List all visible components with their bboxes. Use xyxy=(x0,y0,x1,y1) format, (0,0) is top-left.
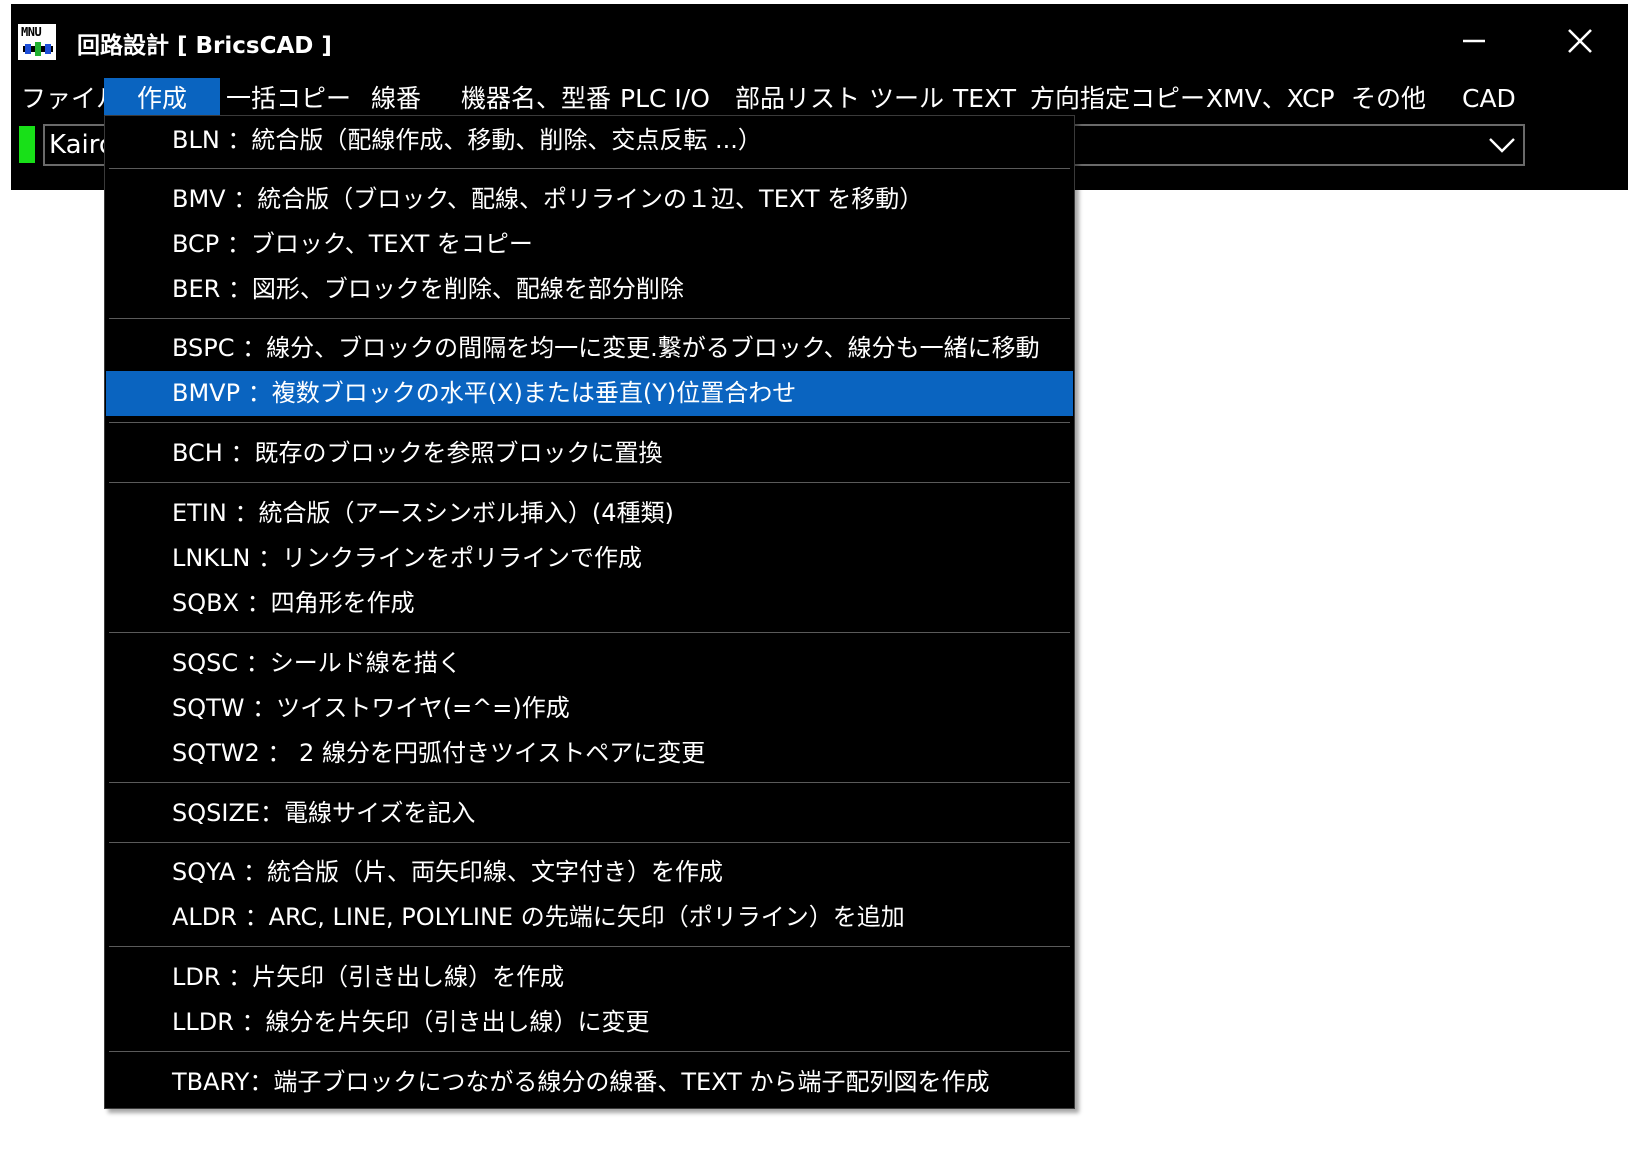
menu-item-sqbx[interactable]: SQBX ：四角形を作成 xyxy=(106,581,1073,626)
menu-item-etin[interactable]: ETIN ：統合版（アースシンボル挿入）(4種類) xyxy=(106,491,1073,536)
window-title: 回路設計 [ BricsCAD ] xyxy=(77,33,332,59)
menu-xmv-xcp[interactable]: XMV、XCP xyxy=(1198,78,1343,120)
app-icon: MNU xyxy=(18,24,56,60)
menu-create[interactable]: 作成 xyxy=(104,78,220,120)
menu-bulk-copy[interactable]: 一括コピー xyxy=(218,78,359,120)
app-icon-label: MNU xyxy=(21,25,42,39)
circuit-icon xyxy=(23,42,53,56)
menu-separator xyxy=(109,842,1070,843)
minimize-button[interactable] xyxy=(1429,4,1519,78)
menu-tools[interactable]: ツール xyxy=(861,78,952,120)
minimize-icon xyxy=(1463,39,1485,43)
menu-item-ldr[interactable]: LDR ：片矢印（引き出し線）を作成 xyxy=(106,955,1073,1000)
menu-plc-io[interactable]: PLC I/O xyxy=(612,78,718,120)
menu-wire-number[interactable]: 線番 xyxy=(363,78,429,120)
menu-item-bmvp[interactable]: BMVP ：複数ブロックの水平(X)または垂直(Y)位置合わせ xyxy=(106,371,1073,416)
create-menu-dropdown: BLN ：統合版（配線作成、移動、削除、交点反転 ...） BMV ：統合版（ブ… xyxy=(104,115,1075,1109)
menu-other[interactable]: その他 xyxy=(1343,78,1434,120)
menu-item-sqtw2[interactable]: SQTW2 ： 2 線分を円弧付きツイストペアに変更 xyxy=(106,731,1073,776)
menu-separator xyxy=(109,946,1070,947)
chevron-down-icon xyxy=(1489,138,1515,153)
menu-item-bmv[interactable]: BMV ：統合版（ブロック、配線、ポリラインの１辺、TEXT を移動） xyxy=(106,177,1073,222)
menu-item-lnkln[interactable]: LNKLN ：リンクラインをポリラインで作成 xyxy=(106,536,1073,581)
menu-item-lldr[interactable]: LLDR ：線分を片矢印（引き出し線）に変更 xyxy=(106,1000,1073,1045)
menu-item-bspc[interactable]: BSPC ：線分、ブロックの間隔を均一に変更.繋がるブロック、線分も一緒に移動 xyxy=(106,326,1073,371)
menu-text[interactable]: TEXT xyxy=(945,78,1024,120)
menu-bar: ファイル 作成 一括コピー 線番 機器名、型番 PLC I/O 部品リスト ツー… xyxy=(11,78,1628,120)
menu-item-bch[interactable]: BCH ：既存のブロックを参照ブロックに置換 xyxy=(106,431,1073,476)
menu-cad[interactable]: CAD xyxy=(1454,78,1524,120)
status-indicator xyxy=(19,126,35,163)
menu-separator xyxy=(109,482,1070,483)
menu-separator xyxy=(109,318,1070,319)
combo-dropdown-button[interactable] xyxy=(1485,130,1519,160)
menu-item-bcp[interactable]: BCP ：ブロック、TEXT をコピー xyxy=(106,222,1073,267)
menu-item-sqya[interactable]: SQYA ：統合版（片、両矢印線、文字付き）を作成 xyxy=(106,850,1073,895)
menu-separator xyxy=(109,782,1070,783)
menu-item-sqsize[interactable]: SQSIZE：電線サイズを記入 xyxy=(106,791,1073,836)
menu-directional-copy[interactable]: 方向指定コピー xyxy=(1022,78,1213,120)
menu-separator xyxy=(109,632,1070,633)
menu-parts-list[interactable]: 部品リスト xyxy=(727,78,868,120)
menu-item-sqsc[interactable]: SQSC ：シールド線を描く xyxy=(106,641,1073,686)
close-icon xyxy=(1568,29,1592,53)
menu-item-bln[interactable]: BLN ：統合版（配線作成、移動、削除、交点反転 ...） xyxy=(106,118,1073,163)
menu-item-tbary[interactable]: TBARY：端子ブロックにつながる線分の線番、TEXT から端子配列図を作成 xyxy=(106,1060,1073,1105)
menu-item-sqtw[interactable]: SQTW ：ツイストワイヤ(=^=)作成 xyxy=(106,686,1073,731)
close-button[interactable] xyxy=(1535,4,1625,78)
menu-separator xyxy=(109,1051,1070,1052)
title-bar[interactable]: MNU 回路設計 [ BricsCAD ] xyxy=(11,4,1628,78)
menu-separator xyxy=(109,422,1070,423)
menu-separator xyxy=(109,168,1070,169)
menu-item-aldr[interactable]: ALDR ：ARC, LINE, POLYLINE の先端に矢印（ポリライン）を… xyxy=(106,895,1073,940)
menu-device-name[interactable]: 機器名、型番 xyxy=(453,78,619,120)
menu-item-ber[interactable]: BER ：図形、ブロックを削除、配線を部分削除 xyxy=(106,267,1073,312)
